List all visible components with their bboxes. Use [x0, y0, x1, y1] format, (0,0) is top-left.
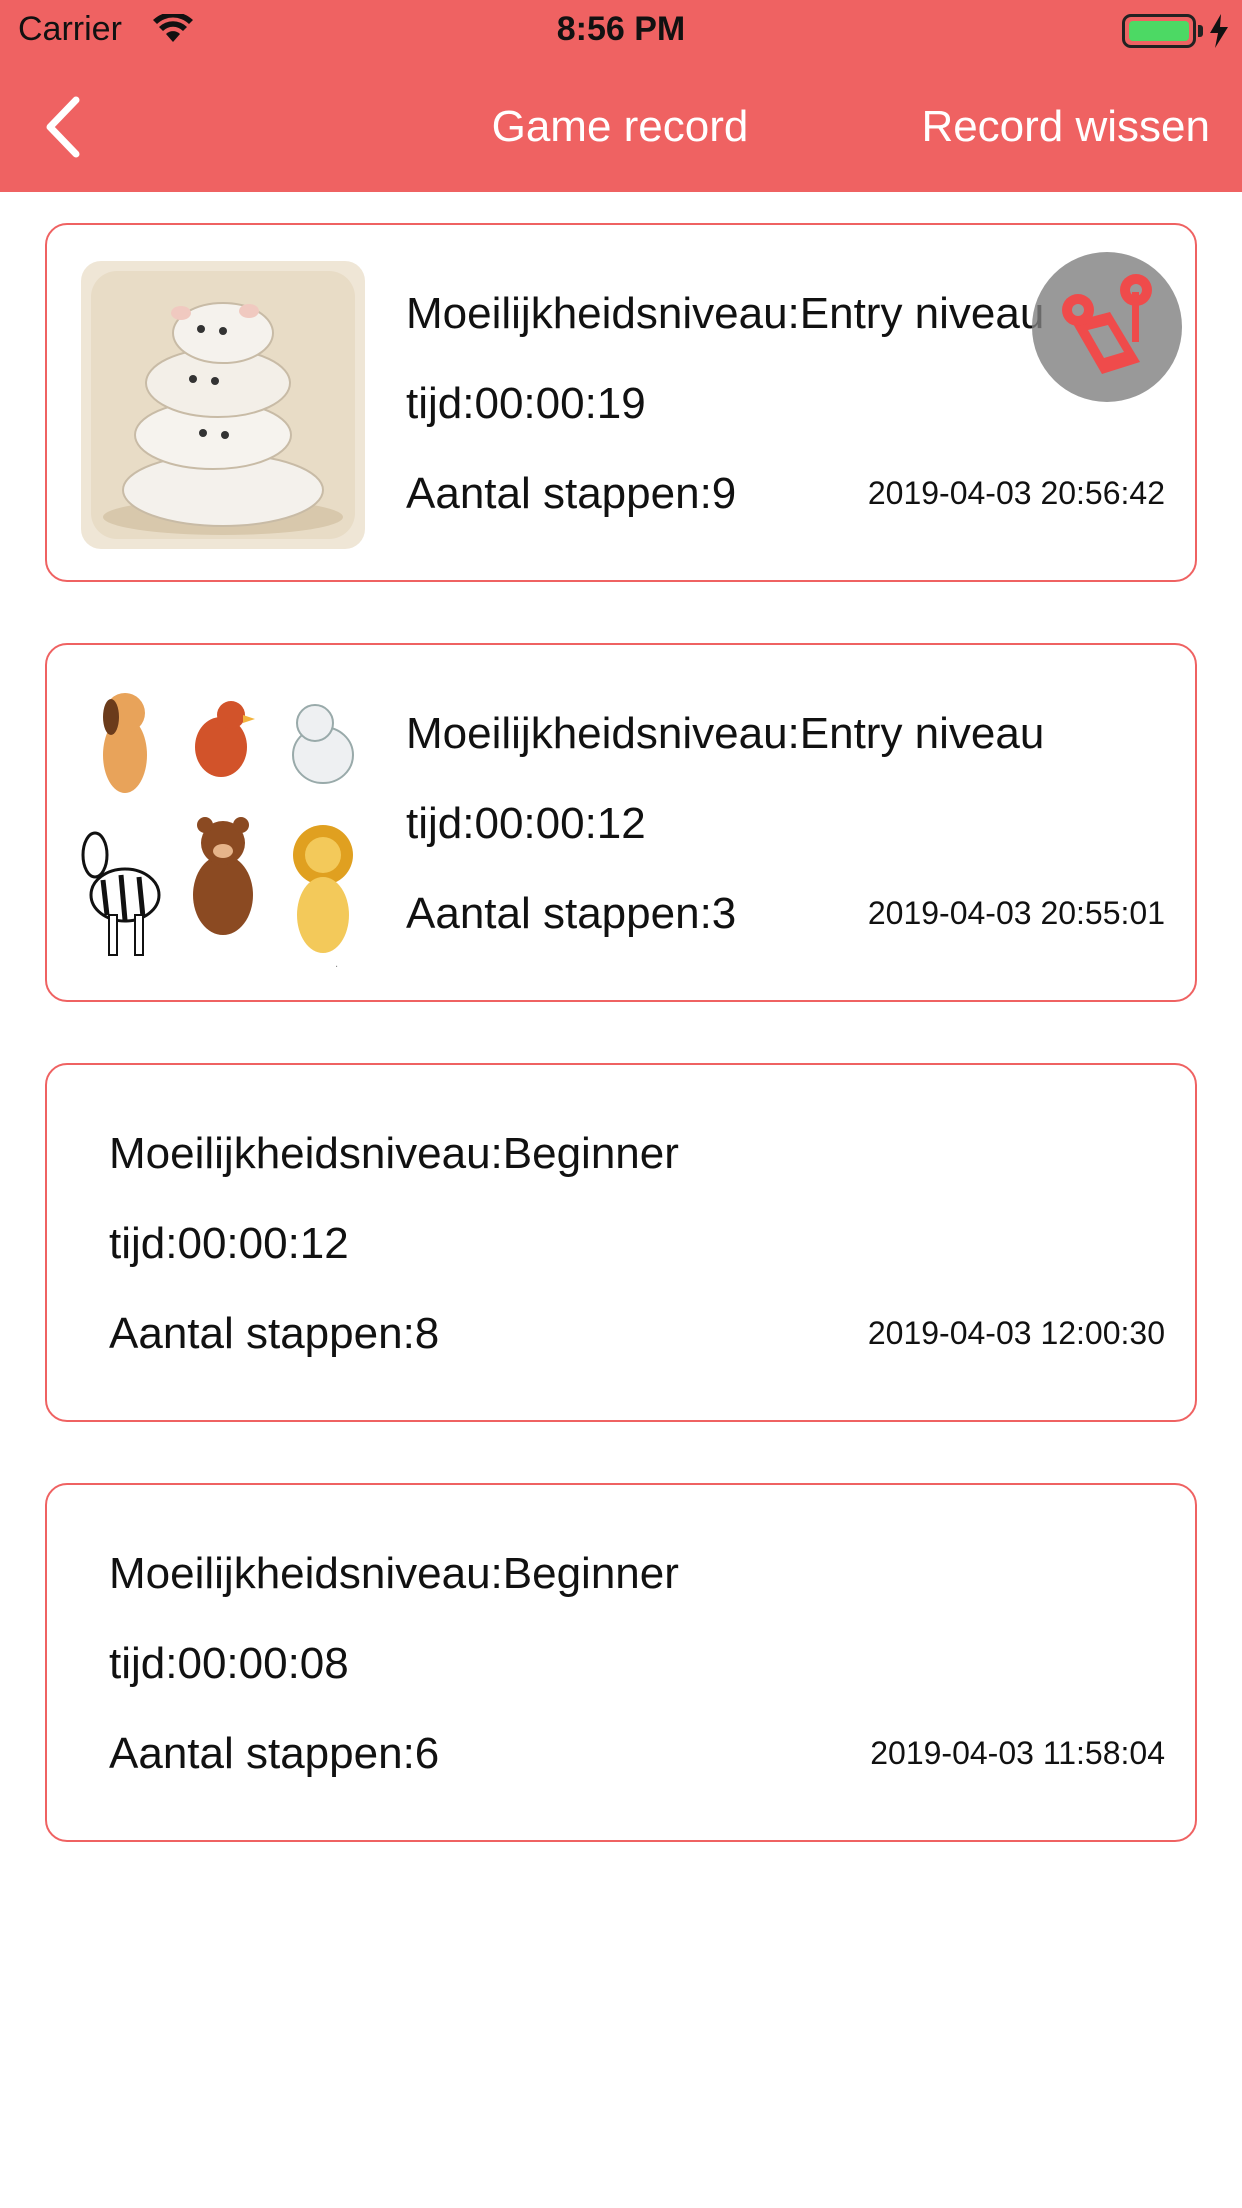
status-bar: Carrier 8:56 PM	[0, 0, 1242, 62]
battery-icon	[1122, 14, 1196, 48]
svg-text:.: .	[335, 959, 338, 970]
chevron-left-icon[interactable]	[36, 92, 96, 162]
record-card[interactable]: Moeilijkheidsniveau:Entry niveau tijd:00…	[45, 223, 1197, 582]
record-date: 2019-04-03 20:55:01	[867, 895, 1165, 931]
battery-nub	[1198, 25, 1203, 37]
difficulty-label: Moeilijkheidsniveau:Entry niveau	[406, 709, 1045, 758]
time-label: tijd:00:00:12	[109, 1219, 349, 1268]
record-date: 2019-04-03 20:56:42	[867, 475, 1165, 511]
difficulty-label: Moeilijkheidsniveau:Beginner	[109, 1129, 679, 1178]
time-label: tijd:00:00:12	[406, 799, 646, 848]
record-card[interactable]: Moeilijkheidsniveau:Beginner tijd:00:00:…	[45, 1063, 1197, 1422]
charging-bolt-icon	[1210, 14, 1228, 48]
record-card[interactable]: . Moeilijkheidsniveau:Entry niveau tijd:…	[45, 643, 1197, 1002]
difficulty-label: Moeilijkheidsniveau:Entry niveau	[406, 289, 1045, 338]
time-label: tijd:00:00:19	[406, 379, 646, 428]
status-time: 8:56 PM	[556, 10, 686, 48]
record-card[interactable]: Moeilijkheidsniveau:Beginner tijd:00:00:…	[45, 1483, 1197, 1842]
difficulty-label: Moeilijkheidsniveau:Beginner	[109, 1549, 679, 1598]
record-info: Moeilijkheidsniveau:Beginner tijd:00:00:…	[109, 1109, 679, 1379]
top-bar: Carrier 8:56 PM Game record Record wisse…	[0, 0, 1242, 192]
clear-records-button[interactable]: Record wissen	[921, 102, 1210, 152]
record-date: 2019-04-03 12:00:30	[867, 1315, 1165, 1351]
animals-image: .	[73, 675, 373, 975]
battery-level	[1129, 21, 1189, 41]
nav-bar: Game record Record wissen	[0, 62, 1242, 192]
steps-label: Aantal stappen:8	[109, 1309, 440, 1358]
music-note-icon	[1062, 274, 1152, 374]
page-title: Game record	[491, 102, 749, 151]
hamsters-image	[73, 255, 373, 555]
record-date: 2019-04-03 11:58:04	[870, 1735, 1165, 1771]
record-info: Moeilijkheidsniveau:Beginner tijd:00:00:…	[109, 1529, 679, 1799]
music-toggle-button[interactable]	[1032, 252, 1182, 402]
steps-label: Aantal stappen:6	[109, 1729, 440, 1778]
time-label: tijd:00:00:08	[109, 1639, 349, 1688]
